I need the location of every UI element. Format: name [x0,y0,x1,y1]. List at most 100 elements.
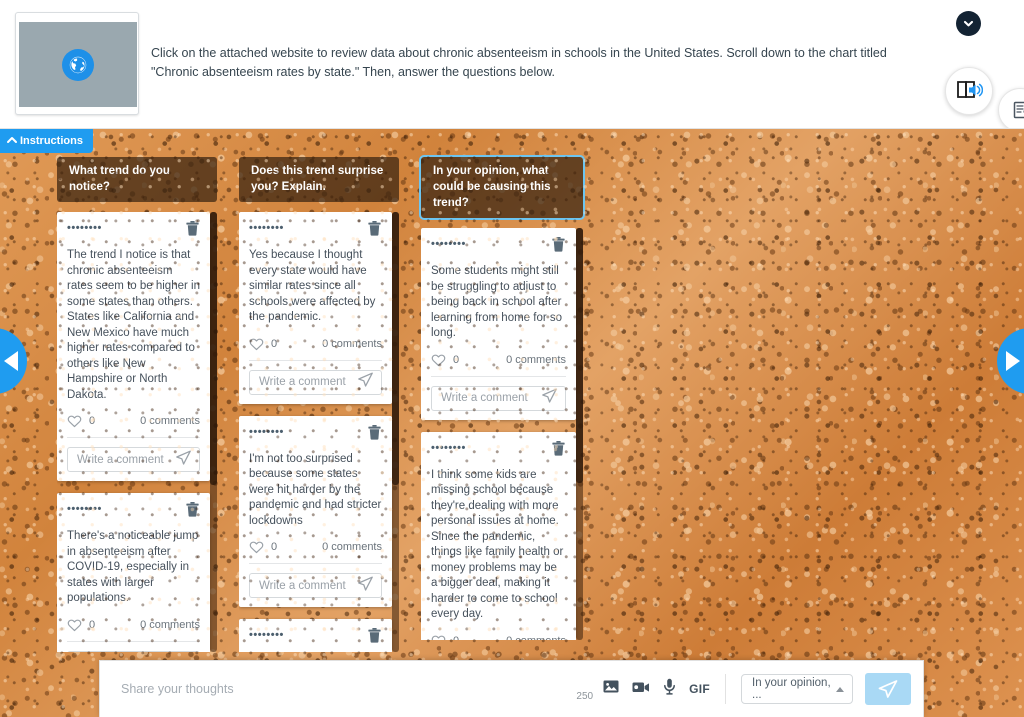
scrollbar-thumb[interactable] [392,212,399,485]
card-meta: 0 0 comments [249,540,382,564]
prompt-select-dropdown[interactable]: In your opinion, ... [741,674,853,704]
comment-placeholder: Write a comment [441,392,528,404]
card-author: •••••••• [67,222,102,234]
delete-icon[interactable] [367,220,382,241]
sticky-note-card[interactable]: •••••••• The trend I notice is that chron… [57,212,210,481]
previous-arrow-button[interactable] [0,328,27,394]
scrollbar-thumb[interactable] [210,212,217,485]
column-scroll-area-1: •••••••• The trend I notice is that chron… [57,212,217,652]
column-header-2[interactable]: Does this trend surprise you? Explain. [239,157,399,202]
sticky-note-card[interactable]: •••••••• I think some kids are missing sc… [421,431,576,641]
comment-input[interactable]: Write a comment [431,385,566,411]
microphone-icon[interactable] [663,678,676,700]
card-meta: 0 0 comments [431,353,566,377]
sticky-note-card[interactable]: •••••••• There's a noticeable jump in abs… [57,493,210,652]
chevron-up-icon [6,135,18,148]
card-body-text: Some students might still be struggling … [431,265,563,339]
card-author: •••••••• [67,503,102,515]
prompt-select-value: In your opinion, ... [752,677,831,701]
image-icon[interactable] [603,679,619,699]
instructions-toggle-tab[interactable]: Instructions [0,129,93,153]
like-button[interactable]: 0 [431,353,459,367]
comment-placeholder: Write a comment [259,579,346,592]
chevron-down-icon[interactable] [956,11,981,36]
column-scrollbar-2[interactable] [392,212,399,652]
app-root: Click on the attached website to review … [0,0,1024,717]
comment-input[interactable]: Write a comment [249,369,382,395]
comment-placeholder: Write a comment [259,376,346,388]
send-button[interactable] [865,673,911,705]
comment-input[interactable]: Write a comment [67,447,200,472]
share-thoughts-input[interactable]: Share your thoughts [121,682,576,696]
card-meta: 0 0 comments [249,337,382,361]
sticky-note-card[interactable]: •••••••• Some students might still be str… [421,228,576,420]
right-triangle-icon [1006,351,1020,371]
card-body-text: There's a noticeable jump in absenteeism… [67,530,199,604]
card-body-text: Yes because I thought every state would … [249,249,376,323]
immersive-reader-icon[interactable] [945,67,993,115]
send-comment-icon[interactable] [357,371,374,393]
next-arrow-button[interactable] [997,328,1024,394]
sticky-note-card[interactable]: •••••••• I'm not too surprised because so… [239,415,392,607]
card-meta: 0 0 comments [431,634,566,641]
comment-count: 0 comments [322,337,382,350]
delete-icon[interactable] [367,424,382,445]
board-column-3: In your opinion, what could be causing t… [419,155,585,652]
comment-input[interactable]: Write a comment [67,650,200,652]
comment-placeholder: Write a comment [77,453,164,466]
video-camera-icon[interactable] [632,680,650,699]
board-column-1: What trend do you notice? •••••••• The tre… [57,157,217,652]
sticky-note-card[interactable]: •••••••• Yes because I thought every stat… [239,212,392,404]
composer-divider [725,674,726,704]
delete-icon[interactable] [551,236,566,257]
instructions-tab-label: Instructions [20,135,83,147]
card-author: •••••••• [249,425,284,438]
like-count: 0 [453,635,459,641]
card-header: •••••••• [431,236,566,257]
send-comment-icon[interactable] [357,575,374,597]
delete-icon[interactable] [367,627,382,648]
card-meta: 0 0 comments [67,414,200,438]
card-body-text: The trend I notice is that chronic absen… [67,249,200,401]
comment-count: 0 comments [140,618,200,631]
column-header-3[interactable]: In your opinion, what could be causing t… [419,155,585,220]
column-header-1[interactable]: What trend do you notice? [57,157,217,202]
send-comment-icon[interactable] [175,449,192,471]
card-author: •••••••• [249,222,284,234]
send-comment-icon[interactable] [541,387,558,409]
like-count: 0 [271,541,278,553]
left-triangle-icon [4,351,18,371]
column-scrollbar-1[interactable] [210,212,217,652]
board-column-2: Does this trend surprise you? Explain. ••… [239,157,399,652]
comment-count: 0 comments [506,353,566,366]
scrollbar-thumb[interactable] [576,228,583,484]
delete-icon[interactable] [185,501,200,522]
thumbnail-preview [19,22,137,107]
card-header: •••••••• [67,220,200,241]
delete-icon[interactable] [551,440,566,461]
like-button[interactable]: 0 [249,337,277,351]
delete-icon[interactable] [185,220,200,241]
like-button[interactable]: 0 [67,618,95,632]
card-header: •••••••• [249,220,382,241]
like-button[interactable]: 0 [249,540,277,554]
like-count: 0 [271,337,278,350]
like-button[interactable]: 0 [431,634,459,641]
attached-website-thumbnail[interactable] [15,12,139,115]
comment-input[interactable]: Write a comment [249,573,382,598]
board-columns: What trend do you notice? •••••••• The tre… [57,155,585,652]
like-count: 0 [89,415,96,427]
caret-up-icon [836,686,844,692]
instruction-bar: Click on the attached website to review … [0,0,1024,129]
like-button[interactable]: 0 [67,414,95,428]
gif-button[interactable]: GIF [689,682,710,696]
card-author: •••••••• [431,238,466,250]
composer-tools: GIF [603,678,710,700]
card-header: •••••••• [249,627,382,648]
instruction-text: Click on the attached website to review … [151,46,887,79]
column-scrollbar-3[interactable] [576,228,583,640]
card-body-text: I think some kids are missing school bec… [431,468,564,621]
notes-edit-icon[interactable] [998,88,1024,128]
sticky-note-card[interactable]: ••••••••No because different states hand… [239,619,392,652]
card-header: •••••••• [431,440,566,461]
